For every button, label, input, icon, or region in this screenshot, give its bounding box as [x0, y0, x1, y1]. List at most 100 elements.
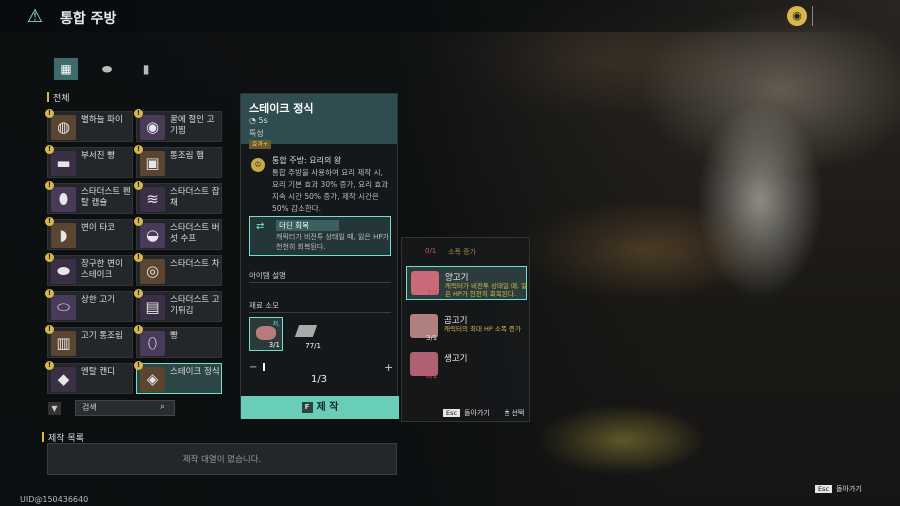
recipe-card[interactable]: ◍ 별하늘 파이! — [45, 109, 133, 142]
option-desc: 캐릭터가 비전투 상태일 때, 잃은 HP가 천천히 회복된다. — [445, 282, 528, 298]
increase-button[interactable]: + — [384, 361, 393, 374]
alert-icon: ! — [45, 325, 54, 334]
chef-icon: ♔ — [251, 158, 265, 172]
soup-icon: ◒ — [140, 223, 165, 248]
material-tag: 저. — [272, 321, 280, 328]
alert-icon: ! — [45, 361, 54, 370]
capsule-icon: ⬮ — [51, 187, 76, 212]
footer-back-button[interactable]: Esc 돌아가기 — [815, 484, 862, 494]
alert-icon: ! — [134, 253, 143, 262]
category-marker — [47, 92, 49, 102]
recipe-card[interactable]: ▬ 부서진 빵! — [45, 145, 133, 178]
pie-icon: ◍ — [51, 115, 76, 140]
effect-title: 통합 주방: 요리의 왕 — [272, 156, 342, 165]
recipe-detail-panel: 스테이크 정식 ◔ 5s 특성 효과+ ♔ 통합 주방: 요리의 왕 통합 주방… — [240, 93, 399, 419]
craft-key: F — [301, 402, 313, 413]
recipe-card[interactable]: ⬬ 장구한 변이 스테이크! — [45, 253, 133, 286]
can-icon: ▣ — [140, 151, 165, 176]
alert-icon: ! — [134, 289, 143, 298]
buff-box[interactable]: ⇄ 더딘 회복 캐릭터가 비전투 상태일 때, 잃은 HP가 천천히 회복된다. — [249, 216, 391, 256]
meat-can-icon: ▥ — [51, 331, 76, 356]
ingredient-option[interactable]: 곰고기 캐릭터의 최대 HP 소폭 증가 3/1 — [406, 310, 527, 344]
option-count: 0/1 — [427, 289, 439, 297]
alert-icon: ! — [45, 181, 54, 190]
back-button[interactable]: Esc 돌아가기 — [443, 408, 490, 418]
alert-icon: ! — [45, 217, 54, 226]
recipe-name: 상한 고기 — [81, 295, 115, 305]
trait-label: 특성 — [249, 129, 264, 138]
ingredient-option[interactable]: 생고기 0/1 — [406, 348, 527, 382]
recipe-card[interactable]: ▥ 고기 통조림! — [45, 325, 133, 358]
recipe-card[interactable]: ◉ 꿀에 절인 고기찜! — [134, 109, 222, 142]
recipe-card[interactable]: ◗ 변이 타코! — [45, 217, 133, 250]
rotten-meat-icon: ⬭ — [51, 295, 76, 320]
ingredient-popup: 0/1 소폭 증가 양고기 캐릭터가 비전투 상태일 때, 잃은 HP가 천천히… — [401, 237, 530, 422]
steak-icon: ⬬ — [51, 259, 76, 284]
candy-icon: ◆ — [51, 367, 76, 392]
search-icon[interactable]: ⌕ — [160, 402, 165, 412]
recipe-name: 스타더스트 잡채 — [170, 187, 220, 208]
recipe-card[interactable]: ◎ 스타더스트 차! — [134, 253, 222, 286]
recipe-card[interactable]: ◆ 엔탈 캔디! — [45, 361, 133, 394]
option-name: 생고기 — [444, 354, 468, 364]
decrease-button[interactable]: − — [249, 362, 257, 373]
quantity-slider[interactable] — [263, 363, 265, 371]
divider — [249, 282, 391, 283]
queue-marker — [42, 432, 44, 442]
alert-icon: ! — [45, 253, 54, 262]
coin-icon[interactable]: ◉ — [787, 6, 807, 26]
filter-icon[interactable]: ▼ — [48, 402, 61, 415]
recipe-card[interactable]: ⬮ 스타더스트 펜탈 캡슐! — [45, 181, 133, 214]
uid-label: UID@150436640 — [20, 495, 89, 504]
effect-badge: 효과+ — [249, 140, 272, 149]
alert-icon: ! — [45, 109, 54, 118]
back-label: 돌아가기 — [464, 409, 490, 417]
loaf-icon: ⬯ — [140, 331, 165, 356]
salt-icon — [294, 325, 318, 337]
esc-key: Esc — [815, 485, 833, 493]
detail-title: 스테이크 정식 — [249, 102, 314, 115]
craft-button[interactable]: F제 작 — [241, 396, 399, 419]
ingredient-option[interactable]: 양고기 캐릭터가 비전투 상태일 때, 잃은 HP가 천천히 회복된다. 0/1 — [406, 266, 527, 300]
tab-meat-icon[interactable]: ⬬ — [95, 58, 119, 80]
craft-label: 제 작 — [316, 402, 339, 413]
clock-icon: ◔ — [249, 116, 259, 125]
stew-icon: ◉ — [140, 115, 165, 140]
material-count: 77/1 — [305, 342, 321, 350]
taco-icon: ◗ — [51, 223, 76, 248]
recipe-card[interactable]: ⬭ 상한 고기! — [45, 289, 133, 322]
recipe-card[interactable]: ⬯ 빵! — [134, 325, 222, 358]
alert-icon: ! — [134, 109, 143, 118]
alert-icon: ! — [45, 289, 54, 298]
tab-bottle-icon[interactable]: ▮ — [134, 58, 158, 80]
select-button[interactable]: 🖱 선택 — [505, 408, 524, 418]
meat-icon — [256, 326, 276, 340]
steak-set-icon: ◈ — [140, 367, 165, 392]
warning-triangle-icon: ⚠ — [26, 6, 44, 27]
recipe-name: 꿀에 절인 고기찜 — [170, 115, 215, 136]
recipe-name: 스타더스트 고기튀김 — [170, 295, 220, 316]
recipe-name: 변이 타코 — [81, 223, 115, 233]
tab-grid-icon[interactable]: ▦ — [54, 58, 78, 80]
divider — [249, 312, 391, 313]
recipe-name: 스테이크 정식 — [170, 367, 220, 377]
recipe-card[interactable]: ◒ 스타더스트 버섯 수프! — [134, 217, 222, 250]
recipe-card[interactable]: ◈ 스테이크 정식! — [134, 361, 222, 394]
material-slot[interactable]: 77/1 — [289, 317, 323, 351]
item-info-label: 아이템 설명 — [249, 271, 286, 280]
option-count: 3/1 — [426, 334, 438, 342]
back-label: 돌아가기 — [836, 485, 862, 493]
noodle-icon: ≋ — [140, 187, 165, 212]
queue-empty: 제작 대열이 없습니다. — [47, 443, 397, 475]
material-slot[interactable]: 저. 3/1 — [249, 317, 283, 351]
recipe-card[interactable]: ▤ 스타더스트 고기튀김! — [134, 289, 222, 322]
recipe-name: 별하늘 파이 — [81, 115, 123, 125]
page-title: 통합 주방 — [60, 11, 117, 27]
recipe-card[interactable]: ≋ 스타더스트 잡채! — [134, 181, 222, 214]
recipe-card[interactable]: ▣ 통조림 햄! — [134, 145, 222, 178]
option-desc: 캐릭터의 최대 HP 소폭 증가 — [444, 325, 521, 333]
recipe-name: 통조림 햄 — [170, 151, 204, 161]
alert-icon: ! — [134, 361, 143, 370]
page-indicator: 1/3 — [310, 374, 328, 385]
effect-desc: 통합 주방을 사용하여 요리 제작 시, 요리 기본 효과 30% 증가, 요리… — [272, 168, 389, 213]
